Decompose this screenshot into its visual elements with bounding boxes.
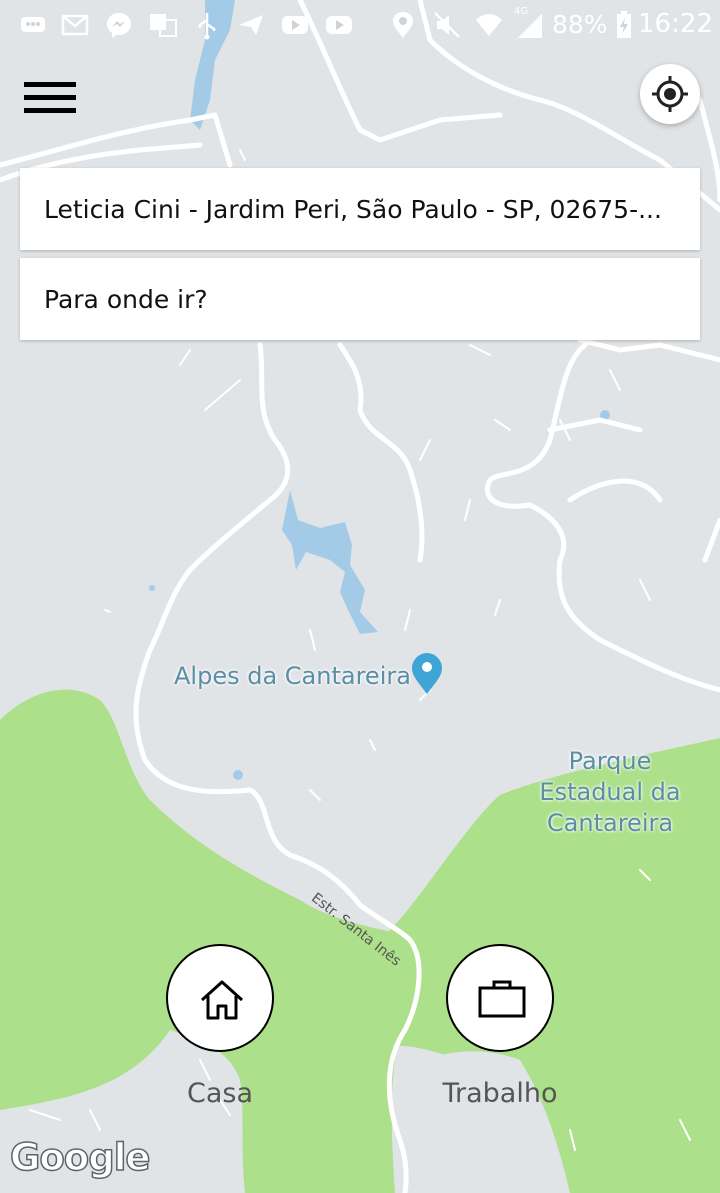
home-icon (200, 980, 244, 1020)
mute-icon (434, 12, 460, 38)
home-shortcut-button[interactable] (166, 944, 274, 1052)
clock: 16:22 (638, 9, 713, 39)
battery-percent: 88% (552, 10, 608, 39)
wifi-icon (476, 14, 502, 36)
message-icon (21, 17, 45, 32)
origin-text: Leticia Cini - Jardim Peri, São Paulo - … (44, 194, 662, 224)
park-label-line: Cantareira (546, 809, 674, 837)
hamburger-icon-bar (24, 108, 76, 113)
translate-icon (150, 14, 177, 37)
origin-field[interactable]: Leticia Cini - Jardim Peri, São Paulo - … (20, 168, 700, 250)
battery-charging-icon (617, 11, 631, 38)
park-label-line: Estadual da (539, 778, 681, 806)
gmail-icon (61, 14, 89, 36)
network-type: 4G (514, 6, 529, 17)
status-bar: 4G 88% 16:22 (0, 0, 720, 50)
map-label-alpes: Alpes da Cantareira (174, 662, 411, 690)
app-screen: 4G 88% 16:22 Leticia Cini - Jardim Peri,… (0, 0, 720, 1193)
work-shortcut-label: Trabalho (442, 1078, 558, 1109)
home-shortcut-label: Casa (186, 1078, 253, 1109)
destination-field[interactable]: Para onde ir? (20, 258, 700, 340)
location-icon (393, 12, 413, 38)
destination-placeholder: Para onde ir? (44, 284, 208, 314)
hamburger-icon-bar (24, 95, 76, 100)
my-location-button[interactable] (640, 64, 700, 124)
youtube-icon (282, 16, 308, 34)
park-label-line: Parque (568, 747, 652, 775)
send-icon (239, 15, 263, 35)
my-location-icon (652, 76, 688, 112)
work-shortcut-button[interactable] (446, 944, 554, 1052)
map-label-park: Parque Estadual da Cantareira (535, 746, 685, 839)
google-logo: Google (9, 1135, 151, 1180)
briefcase-icon (478, 980, 526, 1018)
youtube-icon (326, 16, 352, 34)
hamburger-icon (24, 82, 76, 87)
menu-button[interactable] (18, 72, 82, 124)
usb-icon (198, 13, 216, 40)
messenger-icon (107, 13, 131, 38)
